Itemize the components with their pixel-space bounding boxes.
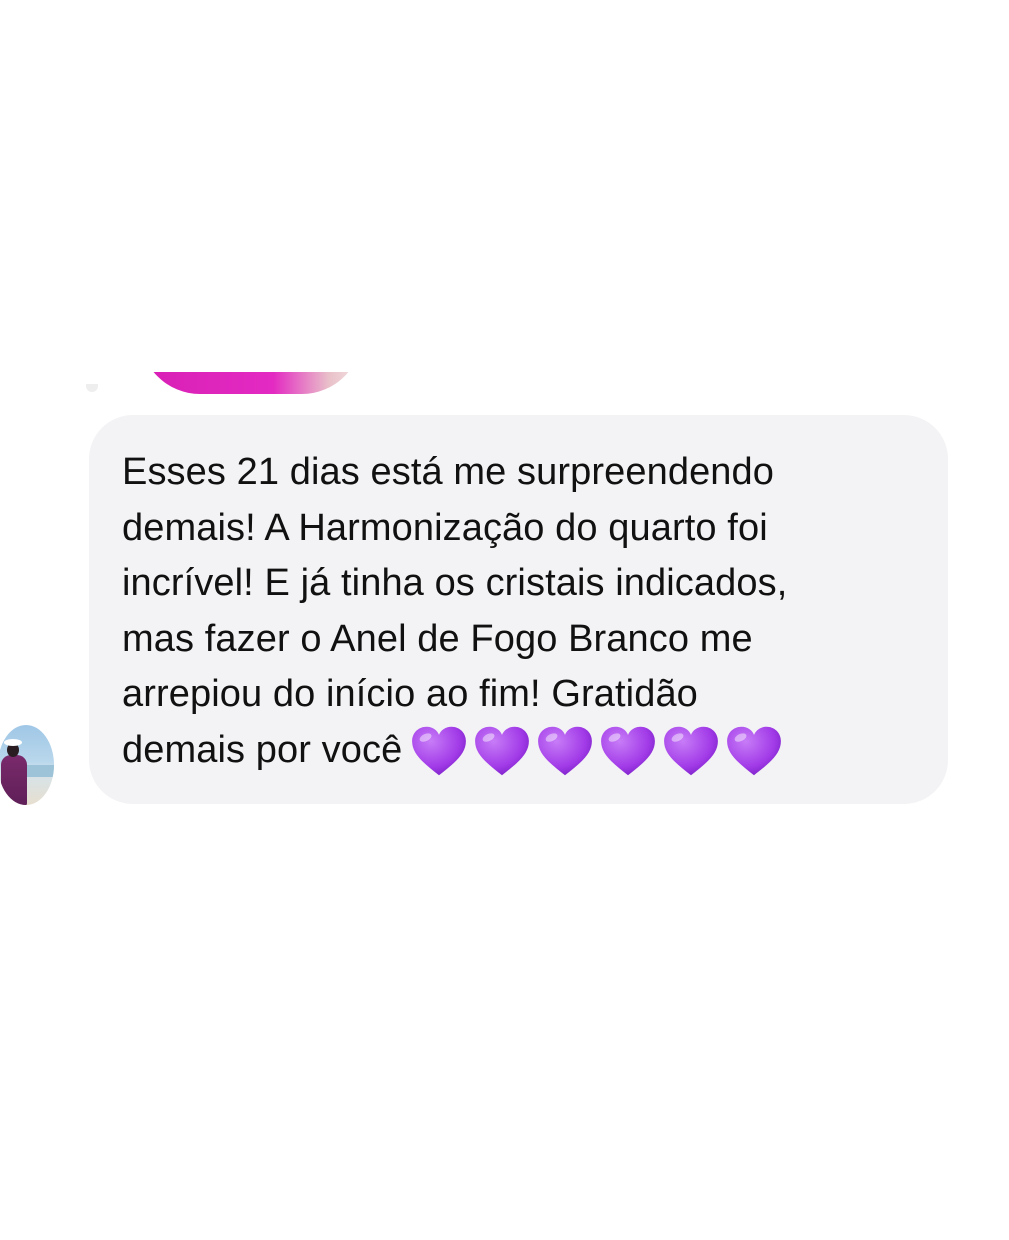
message-body: Esses 21 dias está me surpreendendo dema…: [122, 445, 918, 779]
purple-heart-icon: [412, 726, 467, 775]
avatar-hat: [4, 739, 22, 746]
purple-heart-icon: [664, 726, 719, 775]
message-text: Esses 21 dias está me surpreendendo dema…: [122, 451, 788, 771]
sender-avatar[interactable]: [0, 725, 54, 805]
avatar-figure: [1, 755, 27, 805]
purple-heart-icon: [727, 726, 782, 775]
message-bubble[interactable]: Esses 21 dias está me surpreendendo dema…: [89, 415, 948, 804]
purple-heart-icon: [538, 726, 593, 775]
previous-reaction-remnant: [86, 384, 98, 392]
previous-image-message[interactable]: [140, 372, 362, 394]
chat-thread: Esses 21 dias está me surpreendendo dema…: [0, 0, 1009, 1240]
purple-heart-icon: [601, 726, 656, 775]
message-emoji-hearts: [410, 724, 788, 780]
previous-image-thumbnail: [140, 372, 362, 394]
purple-heart-icon: [475, 726, 530, 775]
